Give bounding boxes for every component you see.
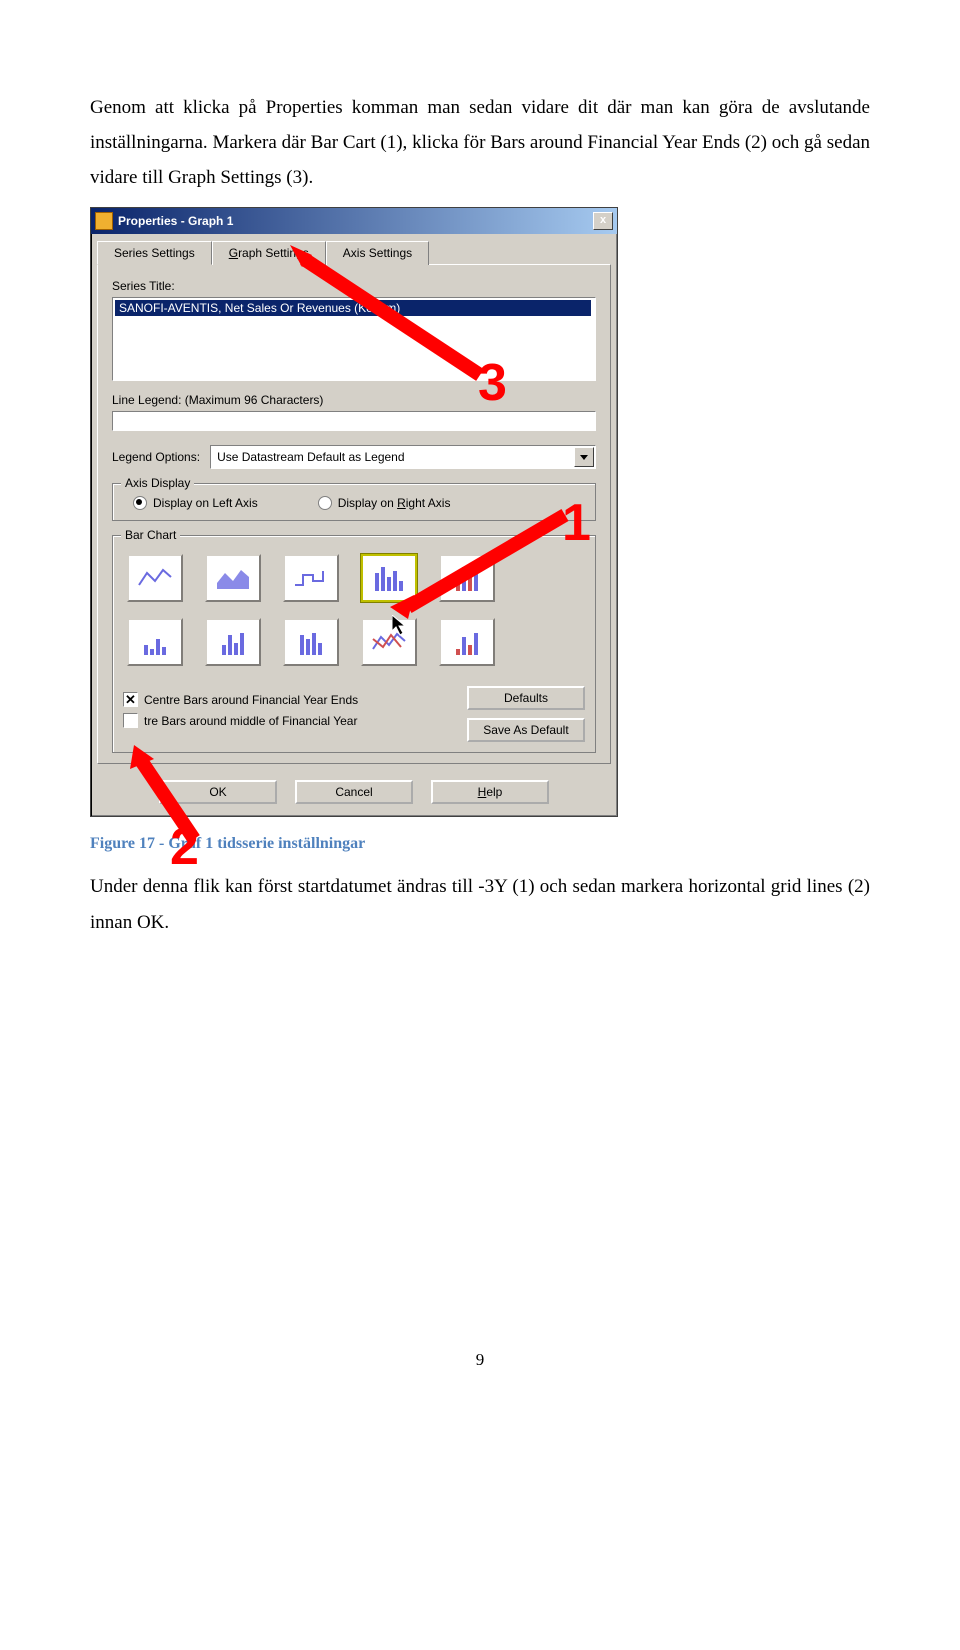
help-button[interactable]: Help <box>431 780 549 804</box>
series-title-list[interactable]: SANOFI-AVENTIS, Net Sales Or Revenues (K… <box>112 297 596 381</box>
legend-options-label: Legend Options: <box>112 450 200 464</box>
series-title-value[interactable]: SANOFI-AVENTIS, Net Sales Or Revenues (K… <box>115 300 591 316</box>
axis-display-title: Axis Display <box>121 476 194 490</box>
figure-caption: Figure 17 - Graf 1 tidsserie inställning… <box>90 835 870 853</box>
chart-type-6[interactable] <box>127 618 183 666</box>
screenshot-figure: Properties - Graph 1 x Series Settings G… <box>90 207 618 817</box>
titlebar: Properties - Graph 1 x <box>91 208 617 234</box>
dialog-title: Properties - Graph 1 <box>118 214 233 228</box>
combo-dropdown-button[interactable] <box>574 447 594 467</box>
radio-left-axis[interactable]: Display on Left Axis <box>133 496 258 510</box>
checkbox-icon <box>123 713 138 728</box>
chart-type-bar[interactable] <box>361 554 417 602</box>
bar-chart-group: Bar Chart <box>112 535 596 753</box>
radio-icon <box>318 496 332 510</box>
checkbox-year-ends[interactable]: ✕ Centre Bars around Financial Year Ends <box>123 692 358 707</box>
radio-icon <box>133 496 147 510</box>
chart-type-line[interactable] <box>127 554 183 602</box>
checkbox-year-middle-label: tre Bars around middle of Financial Year <box>144 714 357 728</box>
series-panel: Series Title: SANOFI-AVENTIS, Net Sales … <box>97 264 611 764</box>
bar-chart-title: Bar Chart <box>121 528 180 542</box>
properties-dialog: Properties - Graph 1 x Series Settings G… <box>90 207 618 817</box>
radio-left-label: Display on Left Axis <box>153 496 258 510</box>
axis-display-group: Axis Display Display on Left Axis Displa… <box>112 483 596 521</box>
defaults-button[interactable]: Defaults <box>467 686 585 710</box>
intro-paragraph-2: Under denna flik kan först startdatumet … <box>90 869 870 939</box>
chart-type-8[interactable] <box>283 618 339 666</box>
chart-type-10[interactable] <box>439 618 495 666</box>
chart-type-area[interactable] <box>205 554 261 602</box>
save-default-button[interactable]: Save As Default <box>467 718 585 742</box>
checkbox-year-middle[interactable]: tre Bars around middle of Financial Year <box>123 713 358 728</box>
tab-strip: Series Settings Graph Settings Axis Sett… <box>91 234 617 264</box>
chart-type-step[interactable] <box>283 554 339 602</box>
intro-paragraph-1: Genom att klicka på Properties komman ma… <box>90 90 870 195</box>
page-number: 9 <box>90 1350 870 1370</box>
chart-type-grid <box>123 544 585 676</box>
dialog-icon <box>95 212 113 230</box>
legend-options-value: Use Datastream Default as Legend <box>217 450 404 464</box>
ok-button[interactable]: OK <box>159 780 277 804</box>
radio-right-axis[interactable]: Display on Right Axis <box>318 496 451 510</box>
line-legend-input[interactable] <box>112 411 596 431</box>
series-title-label: Series Title: <box>112 279 596 293</box>
tab-series-settings[interactable]: Series Settings <box>97 241 212 265</box>
legend-options-combo[interactable]: Use Datastream Default as Legend <box>210 445 596 469</box>
checkbox-icon: ✕ <box>123 692 138 707</box>
tab-axis-settings[interactable]: Axis Settings <box>326 241 429 265</box>
dialog-buttons: OK Cancel Help <box>91 770 617 816</box>
checkbox-year-ends-label: Centre Bars around Financial Year Ends <box>144 693 358 707</box>
chart-type-bar-dual[interactable] <box>439 554 495 602</box>
cancel-button[interactable]: Cancel <box>295 780 413 804</box>
close-button[interactable]: x <box>593 212 613 230</box>
line-legend-label: Line Legend: (Maximum 96 Characters) <box>112 393 596 407</box>
chart-type-9[interactable] <box>361 618 417 666</box>
chevron-down-icon <box>580 455 588 460</box>
tab-graph-settings[interactable]: Graph Settings <box>212 241 326 265</box>
chart-type-7[interactable] <box>205 618 261 666</box>
